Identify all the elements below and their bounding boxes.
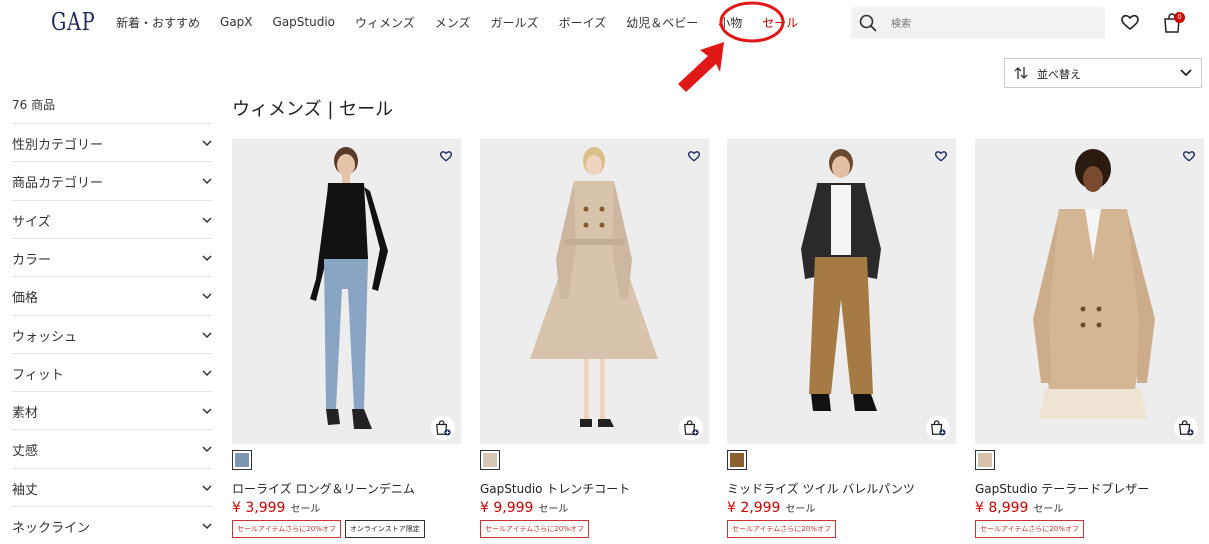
chevron-down-icon <box>202 519 212 534</box>
chevron-down-icon <box>202 366 212 381</box>
nav-item-gapx[interactable]: GapX <box>220 15 253 29</box>
heart-icon[interactable] <box>1119 11 1141 33</box>
color-swatch[interactable] <box>232 450 252 470</box>
color-swatch[interactable] <box>480 450 500 470</box>
filter-label: 価格 <box>12 291 39 307</box>
filter-label: 素材 <box>12 406 39 422</box>
badge-row: セールアイテムさらに20%オフ <box>727 520 836 538</box>
page-title: ウィメンズ | セール <box>232 99 394 120</box>
annotation-arrow-icon <box>678 42 724 92</box>
chevron-down-icon <box>202 136 212 151</box>
filter-label: フィット <box>12 367 64 383</box>
product-price: ¥ 3,999 セール <box>232 500 321 516</box>
favorite-heart-icon[interactable] <box>1182 147 1196 166</box>
filter-label: 性別カテゴリー <box>12 138 104 153</box>
product-name[interactable]: GapStudio テーラードブレザー <box>975 480 1149 497</box>
filter-7[interactable]: 素材 <box>12 391 212 429</box>
filter-8[interactable]: 丈感 <box>12 429 212 467</box>
chevron-down-icon <box>202 328 212 343</box>
cart-count-badge: 0 <box>1174 12 1185 23</box>
nav-item-mens[interactable]: メンズ <box>435 14 471 31</box>
nav-item-boys[interactable]: ボーイズ <box>559 14 607 31</box>
filter-label: サイズ <box>12 214 51 230</box>
product-card[interactable]: GapStudio トレンチコート ¥ 9,999 セール セールアイテムさらに2… <box>480 139 709 539</box>
favorite-heart-icon[interactable] <box>934 147 948 166</box>
add-to-bag-icon[interactable] <box>1174 416 1198 440</box>
model-jeans-image <box>310 147 388 429</box>
filter-label: 丈感 <box>12 444 39 460</box>
product-price: ¥ 8,999 セール <box>975 500 1064 516</box>
promo-badge: セールアイテムさらに20%オフ <box>232 520 341 538</box>
search-icon[interactable] <box>859 14 877 36</box>
promo-badge: セールアイテムさらに20%オフ <box>975 520 1084 538</box>
sort-label: 並べ替え <box>1037 68 1081 81</box>
filter-0[interactable]: 性別カテゴリー <box>12 123 212 161</box>
promo-badge: セールアイテムさらに20%オフ <box>480 520 589 538</box>
product-card[interactable]: ローライズ ロング＆リーンデニム ¥ 3,999 セール セールアイテムさらに20… <box>232 139 461 539</box>
chevron-down-icon <box>202 289 212 304</box>
nav-item-new[interactable]: 新着・おすすめ <box>116 14 200 31</box>
product-image[interactable] <box>232 139 461 444</box>
product-image[interactable] <box>480 139 709 444</box>
model-blazer-image <box>1033 149 1155 419</box>
badge-row: セールアイテムさらに20%オフ オンラインストア限定 <box>232 520 425 538</box>
add-to-bag-icon[interactable] <box>926 416 950 440</box>
chevron-down-icon <box>202 174 212 189</box>
product-name[interactable]: ローライズ ロング＆リーンデニム <box>232 480 415 497</box>
sort-dropdown[interactable]: 並べ替え <box>1004 58 1202 88</box>
badge-row: セールアイテムさらに20%オフ <box>480 520 589 538</box>
chevron-down-icon <box>202 442 212 457</box>
product-count: 76 商品 <box>12 98 56 112</box>
product-name[interactable]: ミッドライズ ツイル バレルパンツ <box>727 480 915 497</box>
search-bar[interactable] <box>851 7 1105 41</box>
filter-9[interactable]: 袖丈 <box>12 467 212 506</box>
chevron-down-icon <box>202 404 212 419</box>
promo-badge: セールアイテムさらに20%オフ <box>727 520 836 538</box>
search-input[interactable] <box>889 7 1093 41</box>
badge-row: セールアイテムさらに20%オフ <box>975 520 1084 538</box>
chevron-down-icon <box>1180 68 1192 81</box>
sort-arrows-icon <box>1014 66 1028 83</box>
filter-1[interactable]: 商品カテゴリー <box>12 161 212 199</box>
model-trench-coat-image <box>530 147 658 427</box>
online-exclusive-badge: オンラインストア限定 <box>344 520 425 538</box>
product-card[interactable]: ミッドライズ ツイル バレルパンツ ¥ 2,999 セール セールアイテムさらに2… <box>727 139 956 539</box>
color-swatch[interactable] <box>975 450 995 470</box>
filter-4[interactable]: 価格 <box>12 276 212 314</box>
product-image[interactable] <box>975 139 1204 444</box>
filter-2[interactable]: サイズ <box>12 199 212 238</box>
product-price: ¥ 9,999 セール <box>480 500 569 516</box>
model-barrel-pants-image <box>801 149 881 411</box>
product-image[interactable] <box>727 139 956 444</box>
chevron-down-icon <box>202 213 212 228</box>
filter-label: ネックライン <box>12 521 91 536</box>
filter-label: カラー <box>12 252 52 268</box>
filter-3[interactable]: カラー <box>12 237 212 276</box>
filter-5[interactable]: ウォッシュ <box>12 314 212 353</box>
filter-label: 商品カテゴリー <box>12 176 104 192</box>
gap-logo[interactable]: GAP <box>51 8 96 36</box>
favorite-heart-icon[interactable] <box>439 147 453 166</box>
main-nav: 新着・おすすめ GapX GapStudio ウィメンズ メンズ ガールズ ボー… <box>116 12 798 32</box>
cart-button[interactable]: 0 <box>1162 10 1186 34</box>
chevron-down-icon <box>202 251 212 266</box>
filter-6[interactable]: フィット <box>12 352 212 391</box>
product-name[interactable]: GapStudio トレンチコート <box>480 480 630 497</box>
filter-label: 袖丈 <box>12 482 39 498</box>
nav-item-gapstudio[interactable]: GapStudio <box>273 15 336 29</box>
nav-item-girls[interactable]: ガールズ <box>491 14 539 31</box>
add-to-bag-icon[interactable] <box>679 416 703 440</box>
favorite-heart-icon[interactable] <box>687 147 701 166</box>
nav-item-womens[interactable]: ウィメンズ <box>355 14 415 31</box>
filter-label: ウォッシュ <box>12 329 78 345</box>
product-card[interactable]: GapStudio テーラードブレザー ¥ 8,999 セール セールアイテムさら… <box>975 139 1204 539</box>
nav-item-baby[interactable]: 幼児＆ベビー <box>626 14 698 31</box>
chevron-down-icon <box>202 481 212 496</box>
color-swatch[interactable] <box>727 450 747 470</box>
filter-10[interactable]: ネックライン <box>12 506 212 544</box>
add-to-bag-icon[interactable] <box>431 416 455 440</box>
product-price: ¥ 2,999 セール <box>727 500 816 516</box>
